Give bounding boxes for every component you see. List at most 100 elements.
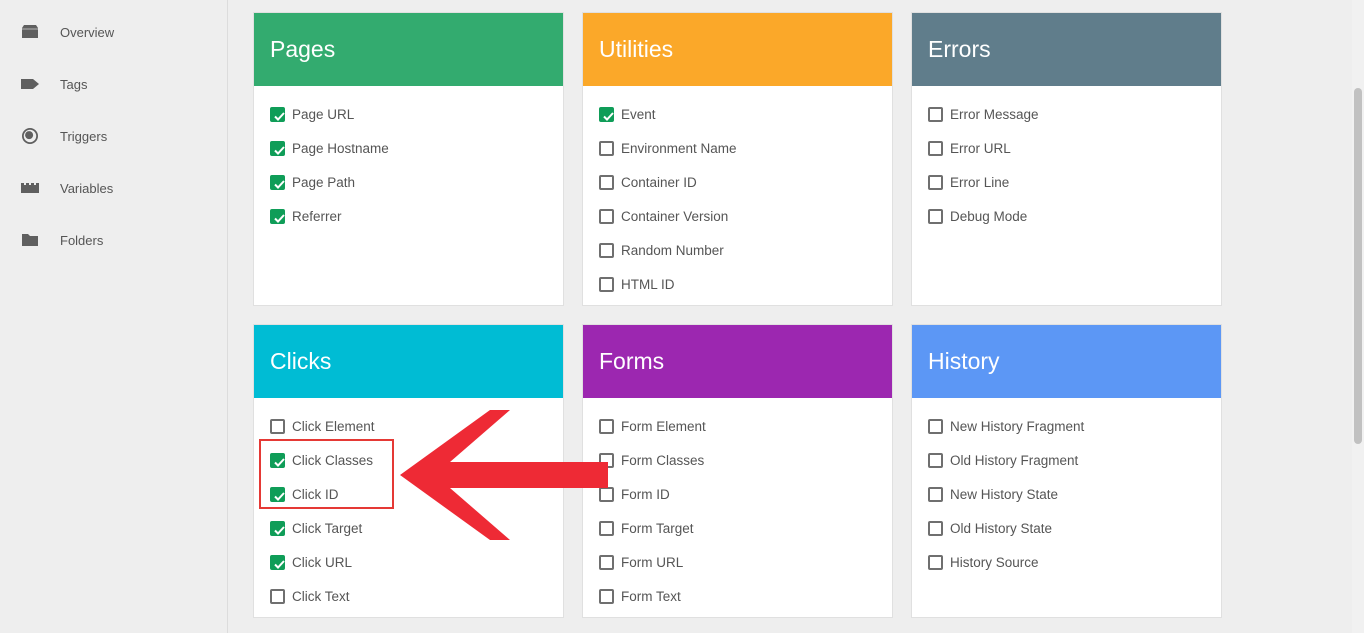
- card-header: Errors: [912, 13, 1221, 86]
- checkbox-row[interactable]: Form URL: [599, 552, 683, 572]
- checkbox-label: Form ID: [621, 486, 670, 502]
- checkbox-unchecked[interactable]: [928, 140, 943, 156]
- checkbox-unchecked[interactable]: [599, 588, 614, 604]
- checkbox-label: Debug Mode: [950, 208, 1028, 224]
- checkbox-label: Error Message: [950, 106, 1039, 122]
- checkbox-checked[interactable]: [270, 486, 285, 502]
- checkbox-unchecked[interactable]: [928, 418, 943, 434]
- checkbox-row[interactable]: Page Hostname: [270, 138, 389, 158]
- checkbox-checked[interactable]: [270, 520, 285, 536]
- sidebar-item-label: Variables: [60, 180, 114, 196]
- checkbox-row[interactable]: History Source: [928, 552, 1039, 572]
- checkbox-label: Click Element: [292, 418, 375, 434]
- trigger-icon: [22, 128, 38, 144]
- checkbox-checked[interactable]: [270, 554, 285, 570]
- checkbox-unchecked[interactable]: [270, 588, 285, 604]
- checkbox-unchecked[interactable]: [928, 486, 943, 502]
- checkbox-label: Container ID: [621, 174, 697, 190]
- sidebar-item-folders[interactable]: Folders: [0, 220, 227, 260]
- checkbox-checked[interactable]: [270, 140, 285, 156]
- checkbox-row[interactable]: Old History Fragment: [928, 450, 1078, 470]
- checkbox-row[interactable]: Environment Name: [599, 138, 737, 158]
- checkbox-unchecked[interactable]: [928, 106, 943, 122]
- card-header: Forms: [583, 325, 892, 398]
- checkbox-row[interactable]: Error Line: [928, 172, 1009, 192]
- checkbox-unchecked[interactable]: [599, 486, 614, 502]
- check-icon: [274, 559, 285, 569]
- checkbox-row[interactable]: Old History State: [928, 518, 1052, 538]
- checkbox-label: Page URL: [292, 106, 355, 122]
- checkbox-unchecked[interactable]: [599, 276, 614, 292]
- checkbox-row[interactable]: Page Path: [270, 172, 355, 192]
- checkbox-row[interactable]: Form Text: [599, 586, 681, 606]
- checkbox-label: Click Text: [292, 588, 350, 604]
- checkbox-unchecked[interactable]: [599, 452, 614, 468]
- checkbox-label: Form Element: [621, 418, 706, 434]
- checkbox-label: Old History State: [950, 520, 1053, 536]
- checkbox-label: Error Line: [950, 174, 1010, 190]
- checkbox-row[interactable]: New History State: [928, 484, 1058, 504]
- checkbox-row[interactable]: Container ID: [599, 172, 697, 192]
- checkbox-unchecked[interactable]: [270, 418, 285, 434]
- checkbox-checked[interactable]: [270, 452, 285, 468]
- checkbox-row[interactable]: Debug Mode: [928, 206, 1027, 226]
- checkbox-checked[interactable]: [270, 208, 285, 224]
- checkbox-row[interactable]: Form Target: [599, 518, 694, 538]
- checkbox-row[interactable]: Error Message: [928, 104, 1039, 124]
- checkbox-unchecked[interactable]: [928, 520, 943, 536]
- checkbox-unchecked[interactable]: [599, 242, 614, 258]
- checkbox-row[interactable]: Click Text: [270, 586, 350, 606]
- checkbox-label: Form URL: [621, 554, 684, 570]
- sidebar: Overview Tags Triggers Variables Folders: [0, 0, 228, 633]
- checkbox-label: Referrer: [292, 208, 342, 224]
- checkbox-row[interactable]: Event: [599, 104, 656, 124]
- checkbox-row[interactable]: Container Version: [599, 206, 728, 226]
- checkbox-row[interactable]: Form Classes: [599, 450, 704, 470]
- checkbox-unchecked[interactable]: [599, 208, 614, 224]
- checkbox-checked[interactable]: [270, 106, 285, 122]
- checkbox-checked[interactable]: [270, 174, 285, 190]
- checkbox-row[interactable]: Click ID: [270, 484, 339, 504]
- checkbox-row[interactable]: Error URL: [928, 138, 1011, 158]
- checkbox-label: Error URL: [950, 140, 1011, 156]
- check-icon: [603, 111, 614, 121]
- checkbox-unchecked[interactable]: [599, 418, 614, 434]
- checkbox-unchecked[interactable]: [928, 174, 943, 190]
- checkbox-row[interactable]: New History Fragment: [928, 416, 1084, 436]
- card-title: History: [928, 348, 1000, 374]
- checkbox-row[interactable]: Referrer: [270, 206, 342, 226]
- checkbox-row[interactable]: Form ID: [599, 484, 670, 504]
- checkbox-label: Page Hostname: [292, 140, 389, 156]
- sidebar-item-tags[interactable]: Tags: [0, 64, 227, 104]
- check-icon: [274, 491, 285, 501]
- card-utilities: Utilities Event Environment Name Container …: [582, 12, 893, 306]
- checkbox-label: Environment Name: [621, 140, 737, 156]
- sidebar-item-triggers[interactable]: Triggers: [0, 116, 227, 156]
- checkbox-row[interactable]: Form Element: [599, 416, 706, 436]
- checkbox-unchecked[interactable]: [599, 554, 614, 570]
- scrollbar-thumb[interactable]: [1354, 88, 1362, 444]
- checkbox-row[interactable]: Page URL: [270, 104, 354, 124]
- checkbox-row[interactable]: Click Element: [270, 416, 375, 436]
- check-icon: [274, 145, 285, 155]
- checkbox-unchecked[interactable]: [599, 520, 614, 536]
- checkbox-row[interactable]: HTML ID: [599, 274, 675, 294]
- check-icon: [274, 457, 285, 467]
- checkbox-row[interactable]: Click Classes: [270, 450, 373, 470]
- checkbox-unchecked[interactable]: [928, 554, 943, 570]
- checkbox-unchecked[interactable]: [599, 174, 614, 190]
- checkbox-checked[interactable]: [599, 106, 614, 122]
- checkbox-unchecked[interactable]: [599, 140, 614, 156]
- card-title: Errors: [928, 36, 991, 62]
- checkbox-unchecked[interactable]: [928, 208, 943, 224]
- checkbox-unchecked[interactable]: [928, 452, 943, 468]
- checkbox-row[interactable]: Click Target: [270, 518, 362, 538]
- card-header: Pages: [254, 13, 563, 86]
- sidebar-item-overview[interactable]: Overview: [0, 12, 227, 52]
- card-history: History New History Fragment Old History F…: [911, 324, 1222, 618]
- checkbox-row[interactable]: Random Number: [599, 240, 724, 260]
- checkbox-label: Container Version: [621, 208, 729, 224]
- scrollbar[interactable]: [1352, 0, 1364, 633]
- checkbox-row[interactable]: Click URL: [270, 552, 352, 572]
- sidebar-item-variables[interactable]: Variables: [0, 168, 227, 208]
